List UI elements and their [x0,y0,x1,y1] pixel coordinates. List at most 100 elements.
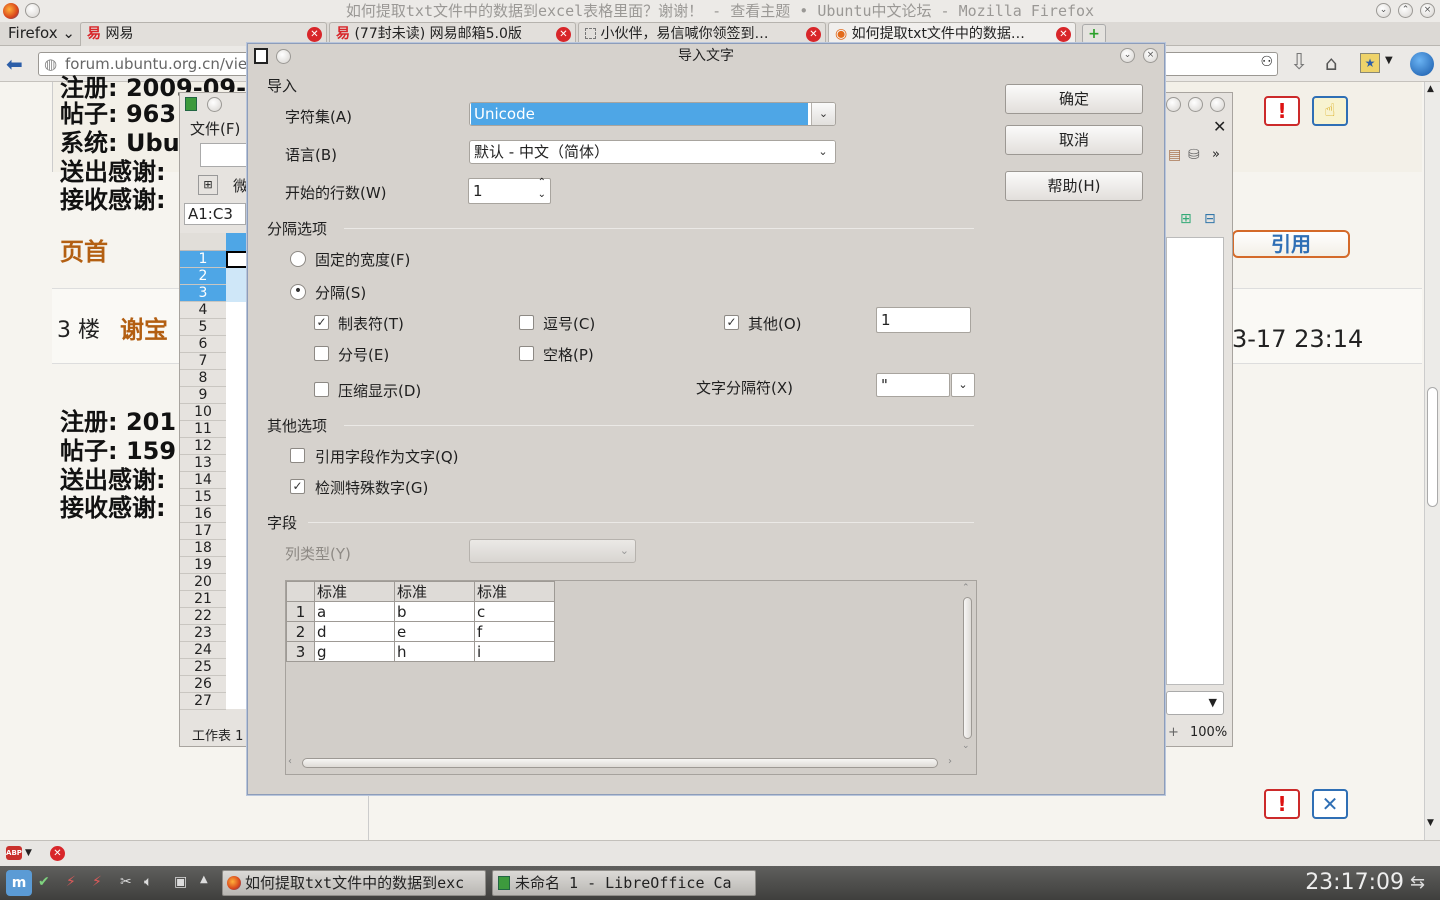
quote-button[interactable]: 引用 [1232,230,1350,258]
other-checkbox[interactable]: ✓ [724,315,739,330]
minimize-icon[interactable] [1166,97,1181,112]
download-icon[interactable]: ⇩ [1290,50,1308,75]
preview-vertical-scrollbar[interactable]: ⌃ ⌄ [961,583,975,754]
app-icon[interactable]: ⚡ [66,874,76,890]
volume-icon[interactable]: 🔈︎ [144,874,152,890]
fixed-width-radio[interactable] [290,251,306,267]
thunderbird-icon[interactable] [1410,52,1434,76]
chevron-down-icon[interactable]: ⌄ [951,373,975,397]
delete-icon[interactable]: ✕ [1312,789,1348,819]
column-type-select[interactable]: ⌄ [469,539,636,563]
name-box[interactable]: A1:C3 [184,203,246,225]
help-button[interactable]: 帮助(H) [1005,171,1143,201]
row-header[interactable]: 26 [180,676,226,693]
row-header[interactable]: 11 [180,421,226,438]
home-icon[interactable]: ⌂ [1325,51,1338,75]
row-header[interactable]: 27 [180,693,226,710]
tab-close-icon[interactable]: ✕ [1056,27,1071,42]
chevron-up-icon[interactable]: ▲ [200,874,208,885]
close-dialog-icon[interactable]: × [1143,48,1158,63]
quoted-as-text-checkbox[interactable] [290,448,305,463]
row-header[interactable]: 5 [180,319,226,336]
detect-special-checkbox[interactable]: ✓ [290,479,305,494]
tab-close-icon[interactable]: ✕ [806,27,821,42]
cancel-button[interactable]: 取消 [1005,125,1143,155]
row-header[interactable]: 15 [180,489,226,506]
sheet-tab[interactable]: 工作表 1 / [192,725,252,744]
adblock-icon[interactable]: ABP [6,846,22,860]
minimize-icon[interactable]: ⌄ [1376,3,1391,18]
scroll-thumb[interactable] [1427,387,1438,507]
back-arrow-icon[interactable]: ⬅ [6,52,23,76]
scroll-thumb[interactable] [963,597,972,739]
sidebar-icon[interactable]: ⊟ [1204,211,1216,227]
column-header-a[interactable] [226,233,248,251]
separated-radio[interactable]: • [290,284,306,300]
row-header[interactable]: 9 [180,387,226,404]
close-icon[interactable]: ✕ [50,846,65,861]
tab-close-icon[interactable]: ✕ [556,27,571,42]
row-header[interactable]: 7 [180,353,226,370]
database-icon[interactable]: ⛁ [1188,147,1200,163]
chevron-down-icon[interactable]: ⌄ [811,141,835,163]
row-header[interactable]: 2 [180,268,226,285]
maximize-icon[interactable]: ⌃ [1398,3,1413,18]
row-header[interactable]: 3 [180,285,226,302]
report-icon[interactable]: ! [1264,789,1300,819]
stepper-icon[interactable]: ⌃ ⌄ [538,177,546,201]
chevron-down-icon[interactable]: ▼ [1385,55,1393,66]
font-name-input[interactable] [200,143,248,167]
clipboard-icon[interactable]: ▣ [174,874,187,890]
start-row-stepper[interactable]: 1 ⌃ ⌄ [468,177,551,204]
tab-close-icon[interactable]: ✕ [307,27,322,42]
row-header[interactable]: 22 [180,608,226,625]
bookmarks-icon[interactable]: ★ [1360,53,1380,73]
thanks-icon[interactable]: ☝ [1312,96,1348,126]
row-header[interactable]: 1 [180,251,226,268]
chevron-down-icon[interactable]: ⌄ [811,103,835,125]
space-checkbox[interactable] [519,346,534,361]
text-delimiter-input[interactable]: " [876,373,950,397]
row-header[interactable]: 17 [180,523,226,540]
clock[interactable]: 23:17:09 [1305,870,1404,896]
row-header[interactable]: 14 [180,472,226,489]
firefox-menu-button[interactable]: Firefox ⌄ [8,24,75,42]
close-window-icon[interactable]: × [1420,3,1435,18]
close-window-icon[interactable] [1210,97,1225,112]
chevron-down-icon[interactable]: ▼ [25,848,32,858]
row-header[interactable]: 8 [180,370,226,387]
tab-checkbox[interactable]: ✓ [314,315,329,330]
maximize-icon[interactable] [1188,97,1203,112]
close-document-icon[interactable]: ✕ [1213,117,1226,136]
scroll-down-icon[interactable]: ⌄ [962,741,970,751]
minimize-icon[interactable]: ⌄ [1120,48,1135,63]
row-header[interactable]: 18 [180,540,226,557]
row-header[interactable]: 19 [180,557,226,574]
preview-column-header[interactable]: 标准 [314,581,395,602]
charset-select[interactable]: Unicode ⌄ [469,102,836,126]
row-header[interactable]: 24 [180,642,226,659]
folder-icon[interactable]: ▤ [1168,147,1181,163]
binoculars-icon[interactable]: ⚇ [1260,54,1273,70]
row-header[interactable]: 20 [180,574,226,591]
window-menu-icon[interactable] [276,49,291,64]
semicolon-checkbox[interactable] [314,346,329,361]
zoom-level[interactable]: 100% [1190,725,1227,740]
network-icon[interactable]: ⇆ [1410,872,1425,893]
search-input[interactable]: ⚇ [1164,52,1278,76]
menu-file[interactable]: 文件(F) [190,118,240,139]
post-author[interactable]: 谢宝 [120,310,168,345]
row-header[interactable]: 23 [180,625,226,642]
shield-icon[interactable]: ✔ [38,874,50,890]
other-separator-input[interactable]: 1 [876,307,971,333]
merge-checkbox[interactable] [314,382,329,397]
preview-column-header[interactable]: 标准 [394,581,475,602]
sidebar-dropdown[interactable]: ▼ [1166,691,1224,715]
row-header[interactable]: 13 [180,455,226,472]
page-scrollbar[interactable]: ▲ ▼ [1424,82,1440,840]
more-icon[interactable]: » [1212,147,1220,162]
top-link[interactable]: 页首 [60,232,108,267]
zoom-in-icon[interactable]: + [1168,725,1179,740]
menu-icon[interactable]: m [6,870,32,896]
ok-button[interactable]: 确定 [1005,84,1143,114]
